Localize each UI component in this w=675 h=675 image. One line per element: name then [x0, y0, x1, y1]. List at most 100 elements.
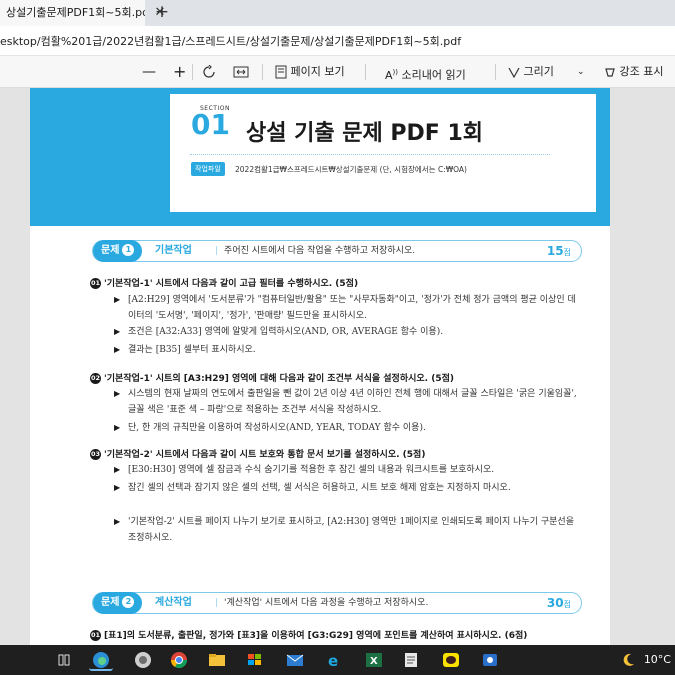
- bullet-icon: ▶: [114, 327, 121, 336]
- bullet-icon: ▶: [114, 483, 121, 492]
- item-heading-text: '기본작업-1' 시트의 [A3:H29] 영역에 대해 다음과 같이 조건부 …: [104, 374, 454, 384]
- address-text: esktop/컴활%201급/2022년컴활1급/스프레드시트/상설기출문제/상…: [0, 35, 462, 48]
- item-heading: 02 '기본작업-1' 시트의 [A3:H29] 영역에 대해 다음과 같이 조건…: [90, 371, 454, 384]
- toolbar-divider: [365, 64, 366, 80]
- question-score: 30점: [547, 593, 571, 615]
- list-item: ▶ 단, 한 개의 규칙만을 이용하여 작성하시오(AND, YEAR, TODA…: [114, 420, 584, 436]
- bullet-icon: ▶: [114, 465, 121, 474]
- item-number: 01: [90, 630, 101, 641]
- question-tag: 문제 1: [93, 240, 143, 262]
- pdf-viewer[interactable]: SECTION 01 상설 기출 문제 PDF 1회 작업파일 2022컴활1급…: [0, 88, 675, 645]
- highlight-label: 강조 표시: [619, 65, 664, 78]
- mail-icon[interactable]: [283, 649, 307, 671]
- bullet-text: 결과는 [B35] 셀부터 표시하시오.: [128, 345, 256, 355]
- list-item: ▶ [A2:H29] 영역에서 '도서분류'가 "컴퓨터일반/활용" 또는 "사무…: [114, 292, 584, 324]
- list-item: ▶ 잠긴 셀의 선택과 잠기지 않은 셀의 선택, 셀 서식은 허용하고, 시트 …: [114, 480, 584, 496]
- rotate-button[interactable]: [202, 56, 216, 88]
- zoom-in-button[interactable]: +: [173, 56, 186, 88]
- item-number: 01: [90, 278, 101, 289]
- item-number: 02: [90, 373, 101, 384]
- weather-icon[interactable]: [622, 652, 636, 674]
- list-item: ▶ [E30:H30] 영역에 셀 잠금과 수식 숨기기를 적용한 후 잠긴 셀의…: [114, 462, 584, 478]
- page-view-icon: [275, 65, 287, 79]
- bullet-icon: ▶: [114, 423, 121, 432]
- section-number: 01: [191, 108, 230, 141]
- question-category: 계산작업: [155, 597, 192, 608]
- read-aloud-icon: A)): [385, 68, 398, 82]
- item-heading: 03 '기본작업-2' 시트에서 다음과 같이 시트 보호와 통합 문서 보기를 …: [90, 447, 425, 460]
- address-bar[interactable]: esktop/컴활%201급/2022년컴활1급/스프레드시트/상설기출문제/상…: [0, 26, 675, 56]
- chevron-down-icon[interactable]: ⌄: [577, 56, 585, 88]
- taskbar: e X 10°C: [0, 645, 675, 675]
- fit-width-button[interactable]: [233, 56, 249, 88]
- file-badge: 작업파일: [191, 162, 225, 176]
- fit-width-icon: [233, 66, 249, 78]
- folder-icon[interactable]: [205, 649, 229, 671]
- item-heading-text: '기본작업-1' 시트에서 다음과 같이 고급 필터를 수행하시오. (5점): [104, 279, 359, 289]
- score-unit: 점: [563, 600, 571, 609]
- draw-button[interactable]: 그리기: [508, 56, 554, 88]
- bullet-icon: ▶: [114, 389, 121, 398]
- list-item: ▶ '기본작업-2' 시트를 페이지 나누기 보기로 표시하고, [A2:H30]…: [114, 514, 584, 546]
- kakaotalk-icon[interactable]: [439, 649, 463, 671]
- bullet-text: 단, 한 개의 규칙만을 이용하여 작성하시오(AND, YEAR, TODAY…: [128, 423, 426, 433]
- app-icon[interactable]: [131, 649, 155, 671]
- weather-temperature[interactable]: 10°C: [644, 645, 671, 675]
- edge-icon[interactable]: [89, 649, 113, 671]
- question-category: 기본작업: [155, 245, 192, 256]
- item-heading: 01 [표1]의 도서분류, 출판일, 정가와 [표3]을 이용하여 [G3:G2…: [90, 628, 527, 641]
- question-tag-label: 문제: [101, 245, 120, 256]
- svg-text:X: X: [370, 656, 378, 667]
- chrome-icon[interactable]: [167, 649, 191, 671]
- new-tab-button[interactable]: +: [152, 0, 172, 26]
- highlight-button[interactable]: 강조 표시: [604, 56, 663, 88]
- question-description: '계산작업' 시트에서 다음 과정을 수행하고 저장하시오.: [215, 593, 428, 613]
- read-aloud-button[interactable]: A)) 소리내어 읽기: [385, 56, 466, 88]
- score-value: 30: [546, 596, 564, 610]
- task-view-icon[interactable]: [52, 649, 76, 671]
- bullet-text: [A2:H29] 영역에서 '도서분류'가 "컴퓨터일반/활용" 또는 "사무자…: [128, 295, 576, 321]
- toolbar-divider: [192, 64, 193, 80]
- bullet-icon: ▶: [114, 345, 121, 354]
- file-path: 2022컴활1급₩스프레드시트₩상설기출문제 (단, 시험장에서는 C:₩OA): [235, 165, 467, 174]
- bullet-text: 잠긴 셀의 선택과 잠기지 않은 셀의 선택, 셀 서식은 허용하고, 시트 보…: [128, 483, 511, 493]
- page-view-button[interactable]: 페이지 보기: [275, 56, 345, 88]
- bullet-text: '기본작업-2' 시트를 페이지 나누기 보기로 표시하고, [A2:H30] …: [128, 517, 574, 543]
- question-score: 15점: [547, 241, 571, 263]
- item-heading: 01 '기본작업-1' 시트에서 다음과 같이 고급 필터를 수행하시오. (5점…: [90, 276, 358, 289]
- highlighter-icon: [605, 68, 615, 77]
- zoom-out-button[interactable]: —: [142, 56, 156, 88]
- tab-pdf[interactable]: 상설기출문제PDF1회~5회.pdf: [0, 0, 145, 26]
- tab-title: 상설기출문제PDF1회~5회.pdf: [6, 6, 145, 19]
- bullet-text: 조건은 [A32:A33] 영역에 알맞게 입력하시오(AND, OR, AVE…: [128, 327, 444, 337]
- store-icon[interactable]: [243, 649, 267, 671]
- pdf-page: SECTION 01 상설 기출 문제 PDF 1회 작업파일 2022컴활1급…: [30, 88, 610, 645]
- question-number: 1: [122, 244, 135, 256]
- title-card: SECTION 01 상설 기출 문제 PDF 1회 작업파일 2022컴활1급…: [170, 94, 596, 212]
- draw-icon: [508, 67, 520, 79]
- score-unit: 점: [563, 248, 571, 257]
- draw-label: 그리기: [523, 65, 554, 78]
- svg-text:e: e: [328, 652, 338, 670]
- question-1-header: 문제1 기본작업 주어진 시트에서 다음 작업을 수행하고 저장하시오. 15점: [92, 240, 582, 262]
- notepad-icon[interactable]: [399, 649, 423, 671]
- app-icon[interactable]: [478, 649, 502, 671]
- bullet-icon: ▶: [114, 517, 121, 526]
- question-tag: 문제 2: [93, 592, 143, 614]
- bullet-text: 시스템의 현재 날짜의 연도에서 출판일을 뺀 값이 2년 이상 4년 이하인 …: [128, 389, 577, 415]
- item-number: 03: [90, 449, 101, 460]
- pdf-toolbar: — + 페이지 보기 A)) 소리내어 읽기 그리기 ⌄ 강조 표시: [0, 56, 675, 88]
- question-number: 2: [122, 596, 135, 608]
- excel-icon[interactable]: X: [362, 649, 386, 671]
- divider: [190, 154, 550, 155]
- page-title: 상설 기출 문제 PDF 1회: [246, 121, 484, 146]
- list-item: ▶ 시스템의 현재 날짜의 연도에서 출판일을 뺀 값이 2년 이상 4년 이하인…: [114, 386, 584, 418]
- toolbar-divider: [495, 64, 496, 80]
- tab-bar: 상설기출문제PDF1회~5회.pdf ✕ +: [0, 0, 675, 26]
- question-tag-label: 문제: [101, 597, 120, 608]
- list-item: ▶ 결과는 [B35] 셀부터 표시하시오.: [114, 342, 584, 358]
- score-value: 15: [546, 244, 564, 258]
- rotate-icon: [203, 64, 215, 78]
- list-item: ▶ 조건은 [A32:A33] 영역에 알맞게 입력하시오(AND, OR, AV…: [114, 324, 584, 340]
- internet-explorer-icon[interactable]: e: [322, 649, 346, 671]
